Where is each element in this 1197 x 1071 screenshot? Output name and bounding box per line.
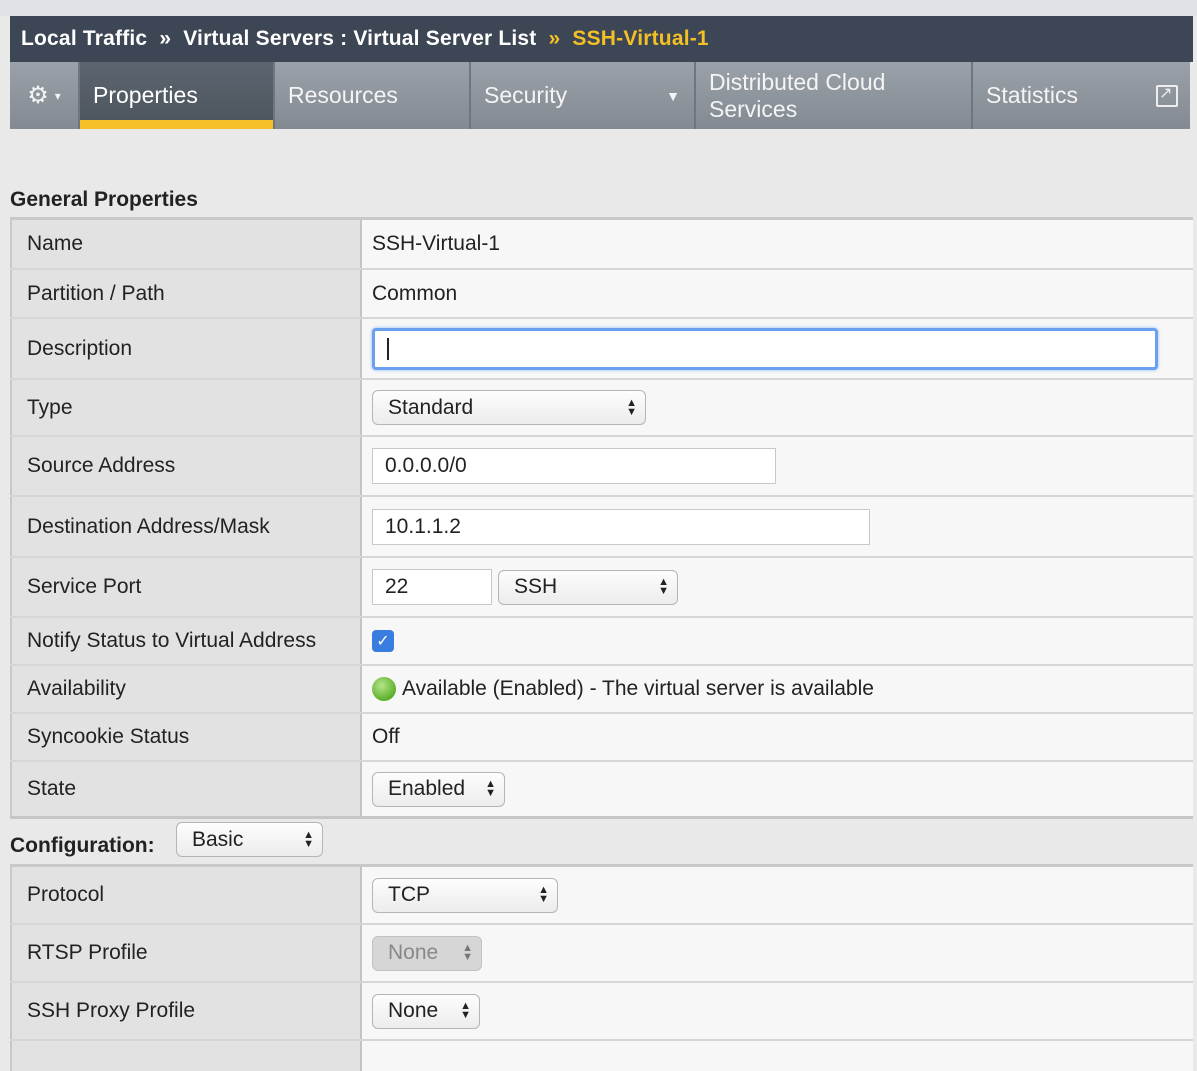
- check-icon: ✓: [376, 633, 390, 650]
- select-arrows-icon: ▲ ▼: [658, 576, 669, 597]
- breadcrumb-separator: »: [159, 27, 172, 50]
- select-arrows-icon: ▲ ▼: [462, 942, 473, 963]
- service-port-field[interactable]: 22: [372, 569, 492, 605]
- table-row: Syncookie Status Off: [10, 714, 1193, 762]
- configuration-table: Protocol TCP ▲ ▼ RTSP Profile None ▲ ▼ SSH…: [10, 864, 1193, 1071]
- rtsp-profile-label: RTSP Profile: [10, 925, 362, 981]
- tab-properties[interactable]: Properties: [80, 62, 275, 129]
- chevron-down-icon: ▼: [666, 87, 680, 104]
- table-row: Service Port 22 SSH ▲ ▼: [10, 558, 1193, 618]
- service-port-select[interactable]: SSH ▲ ▼: [498, 569, 678, 605]
- table-row: [10, 1041, 1193, 1071]
- syncookie-label: Syncookie Status: [10, 714, 362, 760]
- tab-label: Statistics: [986, 82, 1079, 108]
- tab-distributed-cloud-services[interactable]: Distributed Cloud Services: [696, 62, 973, 129]
- name-value: SSH-Virtual-1: [372, 232, 500, 255]
- breadcrumb-local-traffic[interactable]: Local Traffic: [21, 27, 147, 51]
- table-row: Notify Status to Virtual Address ✓: [10, 618, 1193, 666]
- tab-label: Security: [484, 82, 568, 108]
- tab-label: Properties: [93, 82, 198, 108]
- table-row: Source Address 0.0.0.0/0: [10, 437, 1193, 497]
- ssh-proxy-profile-label: SSH Proxy Profile: [10, 983, 362, 1039]
- partition-label: Partition / Path: [10, 270, 362, 317]
- notify-status-label: Notify Status to Virtual Address: [10, 618, 362, 664]
- availability-value: Available (Enabled) - The virtual server…: [402, 677, 874, 700]
- select-arrows-icon: ▲ ▼: [303, 828, 314, 850]
- select-arrows-icon: ▲ ▼: [626, 396, 637, 418]
- protocol-select[interactable]: TCP ▲ ▼: [372, 877, 558, 913]
- select-arrows-icon: ▲ ▼: [485, 778, 496, 799]
- table-row: Type Standard ▲ ▼: [10, 380, 1193, 437]
- partition-value: Common: [372, 281, 458, 305]
- table-row: RTSP Profile None ▲ ▼: [10, 925, 1193, 983]
- gear-menu-button[interactable]: ⚙ ▾: [10, 62, 80, 129]
- status-available-icon: [372, 677, 396, 701]
- rtsp-profile-select: None ▲ ▼: [372, 935, 482, 971]
- source-address-label: Source Address: [10, 437, 362, 495]
- state-select[interactable]: Enabled ▲ ▼: [372, 771, 505, 807]
- configuration-mode-select[interactable]: Basic ▲ ▼: [176, 822, 323, 857]
- description-field[interactable]: [372, 327, 1158, 370]
- state-label: State: [10, 762, 362, 816]
- tab-security[interactable]: Security ▼: [471, 62, 696, 129]
- gear-icon: ⚙: [27, 82, 49, 109]
- table-row: Partition / Path Common: [10, 270, 1193, 319]
- tab-label: Resources: [288, 82, 398, 108]
- table-row: Protocol TCP ▲ ▼: [10, 867, 1193, 925]
- tab-label: Distributed Cloud Services: [709, 68, 886, 122]
- syncookie-value: Off: [372, 725, 400, 748]
- breadcrumb-separator: »: [548, 27, 561, 50]
- general-properties-title: General Properties: [10, 188, 198, 211]
- notify-status-checkbox[interactable]: ✓: [372, 630, 394, 652]
- table-row: Name SSH-Virtual-1: [10, 220, 1193, 270]
- text-cursor: [387, 337, 389, 360]
- breadcrumb-virtual-server-list[interactable]: Virtual Servers : Virtual Server List: [183, 27, 536, 51]
- name-label: Name: [10, 220, 362, 268]
- type-label: Type: [10, 380, 362, 435]
- breadcrumb: Local Traffic » Virtual Servers : Virtua…: [10, 16, 1193, 62]
- chevron-down-icon: ▾: [54, 88, 61, 103]
- table-row: Destination Address/Mask 10.1.1.2: [10, 497, 1193, 558]
- tab-resources[interactable]: Resources: [275, 62, 471, 129]
- destination-address-field[interactable]: 10.1.1.2: [372, 508, 870, 545]
- select-arrows-icon: ▲ ▼: [460, 1000, 471, 1021]
- configuration-title: Configuration:: [10, 834, 155, 857]
- source-address-field[interactable]: 0.0.0.0/0: [372, 448, 776, 484]
- table-row: Availability Available (Enabled) - The v…: [10, 666, 1193, 714]
- service-port-label: Service Port: [10, 558, 362, 616]
- table-row: Description: [10, 319, 1193, 380]
- tab-statistics[interactable]: Statistics: [973, 62, 1190, 129]
- table-row: State Enabled ▲ ▼: [10, 762, 1193, 819]
- table-row: SSH Proxy Profile None ▲ ▼: [10, 983, 1193, 1041]
- general-properties-table: Name SSH-Virtual-1 Partition / Path Comm…: [10, 217, 1193, 819]
- availability-label: Availability: [10, 666, 362, 712]
- ssh-proxy-profile-select[interactable]: None ▲ ▼: [372, 993, 480, 1029]
- destination-address-label: Destination Address/Mask: [10, 497, 362, 556]
- top-strip: [0, 0, 1197, 16]
- protocol-label: Protocol: [10, 867, 362, 923]
- tab-bar: ⚙ ▾ Properties Resources Security ▼ Dist…: [10, 62, 1190, 129]
- type-select[interactable]: Standard ▲ ▼: [372, 390, 646, 425]
- select-arrows-icon: ▲ ▼: [538, 884, 549, 905]
- description-label: Description: [10, 319, 362, 378]
- breadcrumb-current: SSH-Virtual-1: [572, 27, 709, 50]
- external-link-icon[interactable]: [1156, 83, 1178, 107]
